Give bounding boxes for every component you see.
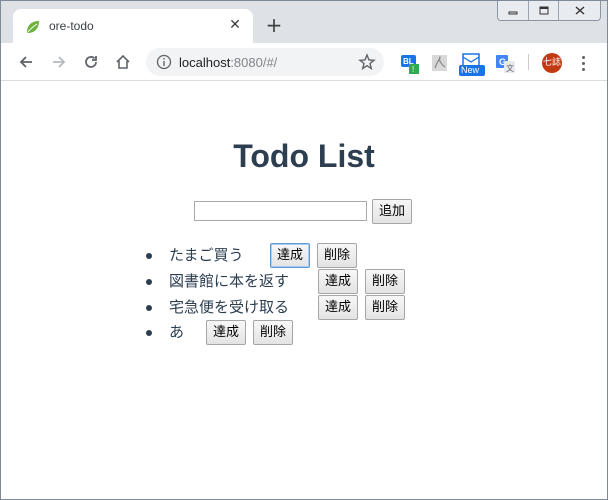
delete-button[interactable]: 削除 (317, 243, 358, 268)
tab-title: ore-todo (49, 19, 94, 33)
bullet-icon (146, 305, 152, 311)
url-host: localhost (179, 55, 231, 70)
delete-button[interactable]: 削除 (365, 269, 406, 294)
maximize-button[interactable] (528, 1, 558, 20)
svg-text:!: ! (412, 65, 414, 74)
pdf-extension-icon[interactable] (430, 53, 452, 73)
window-controls (497, 1, 601, 21)
chrome-menu-icon[interactable] (575, 53, 591, 73)
browser-toolbar: localhost:8080/#/ BL! New G文 七誌 (1, 43, 607, 81)
profile-avatar[interactable]: 七誌 (542, 53, 562, 73)
new-badge: New (461, 65, 480, 75)
address-bar[interactable]: localhost:8080/#/ (146, 48, 384, 76)
browser-window: ore-todo ✕ + localhost:8080/#/ BL ! New … (0, 0, 608, 500)
todo-list: たまご買う 達成 削除 図書館に本を返す 達成 削除 宅急便を受け取る 達成 削… (1, 82, 607, 499)
reload-button[interactable] (80, 51, 102, 73)
bl-extension-icon[interactable]: BL! (400, 53, 422, 74)
maximize-icon (539, 6, 548, 15)
back-button[interactable] (15, 51, 37, 73)
forward-button[interactable] (48, 51, 70, 73)
url-text: localhost:8080/#/ (179, 55, 277, 70)
tab-strip: ore-todo ✕ + (1, 1, 607, 43)
arrow-right-icon (53, 56, 66, 68)
new-tab-button[interactable]: + (263, 15, 285, 37)
minimize-button[interactable] (498, 1, 528, 20)
close-window-button[interactable] (558, 1, 600, 20)
url-path: :8080/#/ (230, 55, 278, 70)
bullet-icon (146, 253, 152, 259)
complete-button[interactable]: 達成 (206, 320, 247, 345)
delete-button[interactable]: 削除 (365, 295, 406, 320)
page-content: Todo List 追加 たまご買う 達成 削除 図書館に本を返す 達成 削除 … (1, 82, 607, 499)
todo-text: たまご買う (169, 246, 244, 264)
todo-text: 図書館に本を返す (169, 272, 290, 290)
reload-icon (85, 56, 97, 68)
home-button[interactable] (112, 51, 134, 73)
spring-leaf-icon (25, 19, 41, 35)
tab-close-icon[interactable]: ✕ (227, 17, 243, 33)
toolbar-divider (528, 54, 529, 70)
tab-ore-todo[interactable]: ore-todo ✕ (13, 9, 253, 43)
arrow-left-icon (19, 56, 32, 68)
home-icon (116, 54, 130, 69)
todo-text: 宅急便を受け取る (169, 298, 290, 316)
todo-text: あ (169, 323, 185, 341)
translate-extension-icon[interactable]: G文 (495, 53, 517, 73)
svg-text:文: 文 (506, 63, 514, 73)
complete-button[interactable]: 達成 (318, 269, 359, 294)
info-icon[interactable] (156, 54, 172, 70)
bookmark-star-icon[interactable] (358, 53, 376, 71)
complete-button[interactable]: 達成 (318, 295, 359, 320)
close-icon (575, 6, 584, 15)
delete-button[interactable]: 削除 (253, 320, 294, 345)
complete-button[interactable]: 達成 (270, 243, 311, 268)
bullet-icon (146, 279, 152, 285)
bullet-icon (146, 330, 152, 336)
new-extension-icon[interactable]: New (459, 53, 485, 76)
minimize-icon (508, 11, 518, 14)
